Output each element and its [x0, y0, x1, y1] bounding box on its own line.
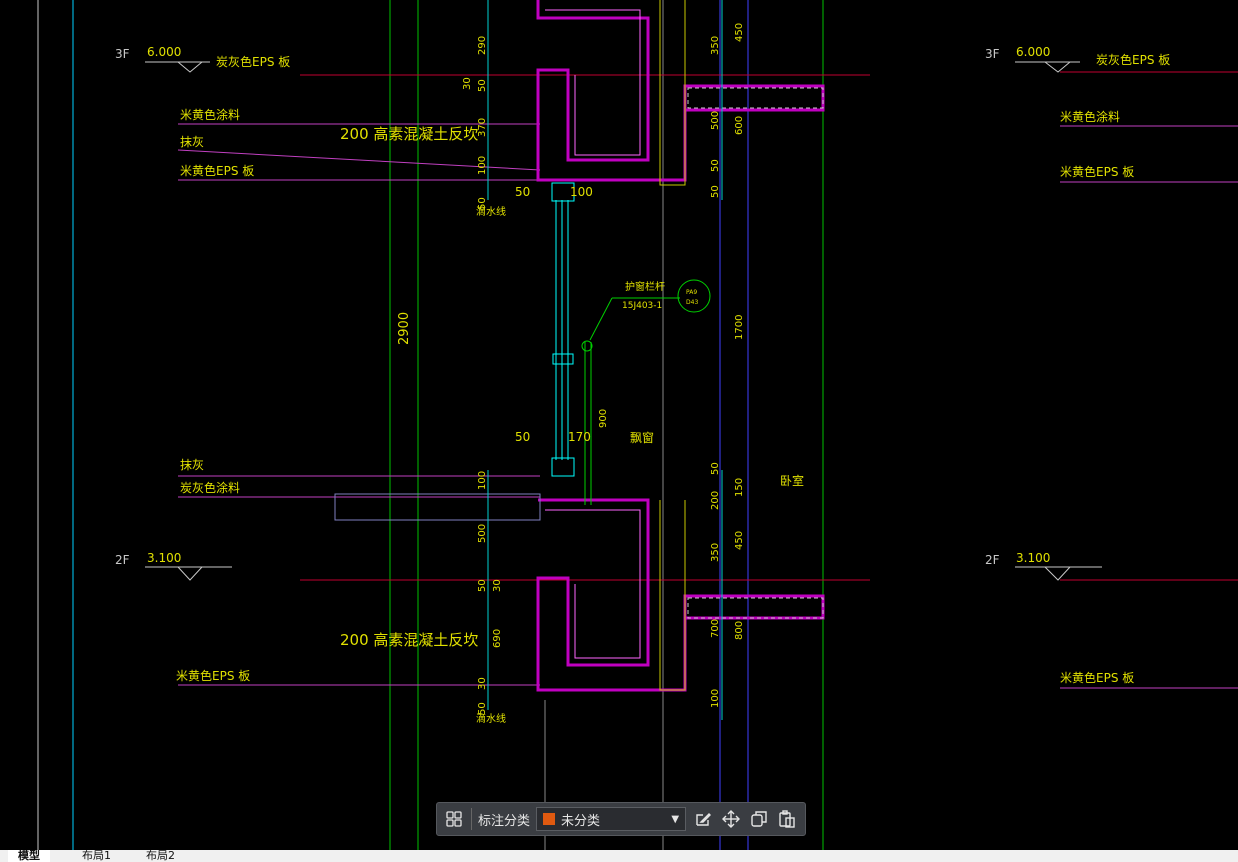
- elevation-3f: 6.000: [147, 45, 181, 59]
- elevation-2f: 3.100: [147, 551, 181, 565]
- category-color-swatch: [543, 813, 556, 825]
- railing-bubble-bottom: D43: [686, 299, 698, 306]
- category-value: 未分类: [561, 813, 601, 829]
- elevation-3f-right: 6.000: [1016, 45, 1050, 59]
- dim-text: 100: [477, 156, 488, 175]
- dim-text: 350: [710, 543, 721, 562]
- dim-text: 50: [477, 579, 488, 592]
- lower-beam-section: [334, 493, 825, 692]
- material-label: 抹灰: [180, 135, 204, 149]
- toolbar-divider: [471, 808, 472, 830]
- curb-label: 200 高素混凝土反坎: [340, 125, 478, 143]
- chevron-down-icon: ▼: [671, 813, 680, 825]
- edit-icon[interactable]: [692, 808, 714, 830]
- material-label-right: 米黄色EPS 板: [1060, 165, 1134, 179]
- floor-label-3f: 3F: [115, 47, 130, 61]
- dim-text: 900: [598, 409, 609, 428]
- railing-ref: 15J403-1: [622, 301, 662, 311]
- annotation-toolbar: 标注分类 未分类 ▼: [436, 802, 806, 836]
- dim-text: 170: [568, 430, 591, 444]
- dim-text: 100: [710, 689, 721, 708]
- elevation-2f-right: 3.100: [1016, 551, 1050, 565]
- paste-icon[interactable]: [776, 808, 798, 830]
- railing: [581, 279, 711, 505]
- dim-text: 690: [492, 629, 503, 648]
- dim-text: 150: [734, 478, 745, 497]
- dim-text: 100: [477, 471, 488, 490]
- move-icon[interactable]: [720, 808, 742, 830]
- material-label-right: 米黄色涂料: [1060, 109, 1120, 124]
- tab-layout1[interactable]: 布局1: [72, 850, 121, 862]
- material-label: 抹灰: [180, 458, 204, 472]
- tab-layout2[interactable]: 布局2: [136, 850, 185, 862]
- dim-text: 350: [710, 36, 721, 55]
- dim-text: 290: [477, 36, 488, 55]
- dim-text: 50: [477, 702, 488, 715]
- category-label: 标注分类: [478, 813, 531, 829]
- material-label: 米黄色EPS 板: [180, 164, 254, 178]
- dim-text: 450: [734, 23, 745, 42]
- dim-text: 50: [515, 185, 530, 199]
- dim-text: 30: [462, 77, 473, 90]
- dim-text: 370: [477, 118, 488, 137]
- copy-icon[interactable]: [748, 808, 770, 830]
- tab-model[interactable]: 模型: [8, 850, 50, 862]
- material-label: 炭灰色EPS 板: [216, 55, 290, 69]
- material-label: 炭灰色涂料: [180, 480, 240, 495]
- category-dropdown[interactable]: 未分类 ▼: [536, 807, 687, 831]
- dim-text: 30: [492, 579, 503, 592]
- dim-text: 30: [477, 677, 488, 690]
- dim-text: 500: [477, 524, 488, 543]
- level-marker: [145, 61, 1102, 581]
- floor-label-2f-right: 2F: [985, 553, 1000, 567]
- bay-window-label: 飘窗: [630, 431, 654, 445]
- layout-tab-bar: 模型 布局1 布局2: [0, 850, 1238, 862]
- dim-text: 500: [710, 111, 721, 130]
- material-label-right: 米黄色EPS 板: [1060, 671, 1134, 685]
- dim-text: 800: [734, 621, 745, 640]
- cad-drawing-canvas[interactable]: 3F 6.000 2F 3.100 炭灰色EPS 板 米黄色涂料 抹灰 米黄色E…: [0, 0, 1238, 862]
- upper-beam-section: [536, 0, 825, 186]
- grid-icon[interactable]: [443, 808, 465, 830]
- dim-text: 1700: [734, 315, 745, 340]
- dim-text: 200: [710, 491, 721, 510]
- dim-text: 100: [570, 185, 593, 199]
- dim-text: 700: [710, 619, 721, 638]
- floor-label-2f: 2F: [115, 553, 130, 567]
- total-height-dim: 2900: [397, 312, 412, 345]
- dim-text: 50: [710, 185, 721, 198]
- dim-text: 50: [477, 197, 488, 210]
- dim-text: 450: [734, 531, 745, 550]
- floor-label-3f-right: 3F: [985, 47, 1000, 61]
- material-label: 米黄色涂料: [180, 107, 240, 122]
- material-label: 米黄色EPS 板: [176, 669, 250, 683]
- curb-label: 200 高素混凝土反坎: [340, 631, 478, 649]
- dim-text: 50: [515, 430, 530, 444]
- bedroom-label: 卧室: [780, 473, 804, 488]
- railing-bubble-top: PA9: [686, 289, 697, 296]
- dim-text: 50: [710, 159, 721, 172]
- railing-label: 护窗栏杆: [625, 280, 665, 293]
- dim-text: 50: [477, 79, 488, 92]
- dim-text: 50: [710, 462, 721, 475]
- dim-text: 600: [734, 116, 745, 135]
- material-label-right: 炭灰色EPS 板: [1096, 53, 1170, 67]
